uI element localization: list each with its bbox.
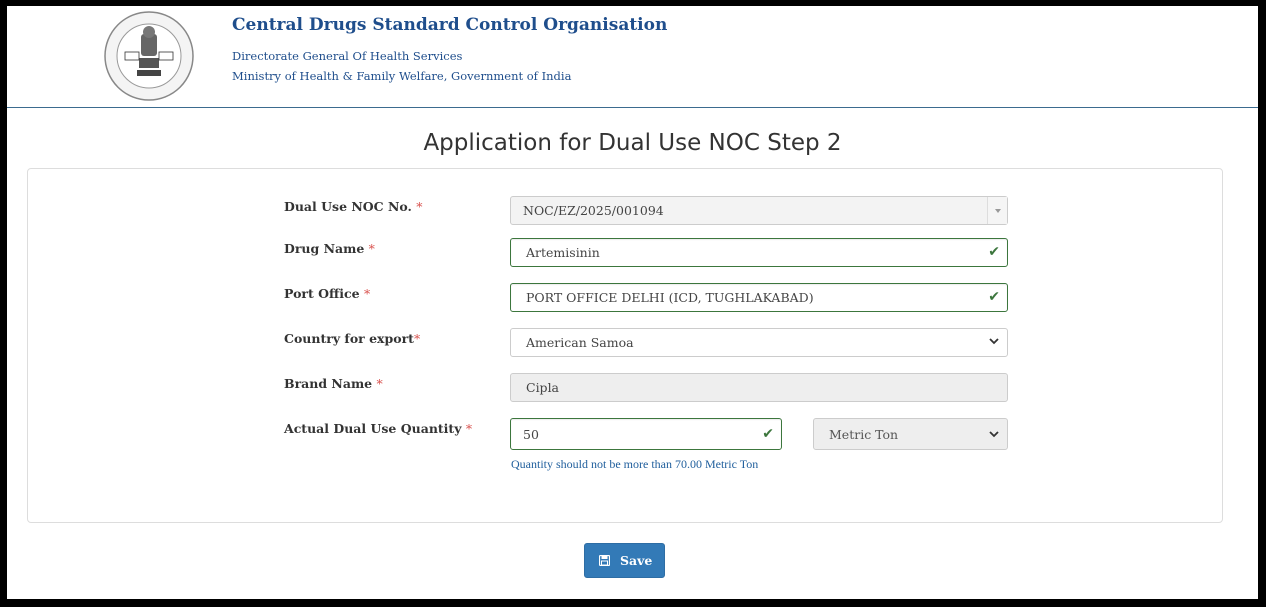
check-icon: ✔ [988, 244, 1000, 260]
quantity-value: 50 [523, 427, 539, 442]
drug-name-select[interactable]: Artemisinin ✔ [510, 238, 1008, 267]
required-marker: * [363, 286, 371, 301]
page-title: Application for Dual Use NOC Step 2 [423, 130, 842, 156]
port-office-label: Port Office * [284, 286, 370, 301]
quantity-input[interactable]: 50 ✔ [510, 418, 782, 450]
site-header: Central Drugs Standard Control Organisat… [7, 6, 1258, 108]
drug-name-label-text: Drug Name [284, 241, 369, 256]
chevron-down-icon[interactable] [987, 197, 1007, 224]
required-marker: * [465, 421, 473, 436]
noc-no-label-text: Dual Use NOC No. [284, 199, 417, 214]
chevron-down-icon[interactable] [988, 335, 1000, 347]
required-marker: * [368, 241, 375, 256]
quantity-hint: Quantity should not be more than 70.00 M… [511, 457, 759, 471]
quantity-label-text: Actual Dual Use Quantity [284, 421, 466, 436]
org-subtitle-ministry: Ministry of Health & Family Welfare, Gov… [232, 69, 572, 83]
noc-no-label: Dual Use NOC No. * [284, 199, 422, 214]
noc-no-select[interactable]: NOC/EZ/2025/001094 [510, 196, 1008, 225]
port-office-value: PORT OFFICE DELHI (ICD, TUGHLAKABAD) [526, 290, 814, 305]
brand-name-input[interactable]: Cipla [510, 373, 1008, 402]
port-office-select[interactable]: PORT OFFICE DELHI (ICD, TUGHLAKABAD) ✔ [510, 283, 1008, 312]
chevron-down-icon[interactable] [988, 428, 1000, 440]
country-label-text: Country for export [284, 331, 414, 346]
country-value: American Samoa [526, 335, 634, 350]
quantity-label: Actual Dual Use Quantity * [284, 421, 472, 436]
org-title: Central Drugs Standard Control Organisat… [232, 15, 668, 35]
noc-no-value: NOC/EZ/2025/001094 [523, 203, 664, 218]
save-button[interactable]: Save [584, 543, 665, 578]
org-subtitle-directorate: Directorate General Of Health Services [232, 49, 463, 63]
required-marker: * [376, 376, 383, 391]
drug-name-value: Artemisinin [526, 245, 600, 260]
floppy-disk-icon [599, 555, 610, 566]
port-office-label-text: Port Office [284, 286, 364, 301]
brand-name-label-text: Brand Name [284, 376, 377, 391]
save-button-label: Save [620, 553, 653, 568]
required-marker: * [416, 199, 423, 214]
unit-value: Metric Ton [829, 427, 899, 442]
drug-name-label: Drug Name * [284, 241, 375, 256]
brand-name-label: Brand Name * [284, 376, 383, 391]
country-label: Country for export* [284, 331, 420, 346]
cdsco-emblem-logo [104, 11, 194, 101]
app-frame: Central Drugs Standard Control Organisat… [7, 6, 1258, 599]
required-marker: * [413, 331, 421, 346]
check-icon: ✔ [762, 426, 774, 442]
unit-select[interactable]: Metric Ton [813, 418, 1008, 450]
brand-name-value: Cipla [526, 380, 560, 395]
check-icon: ✔ [988, 289, 1000, 305]
country-select[interactable]: American Samoa [510, 328, 1008, 357]
